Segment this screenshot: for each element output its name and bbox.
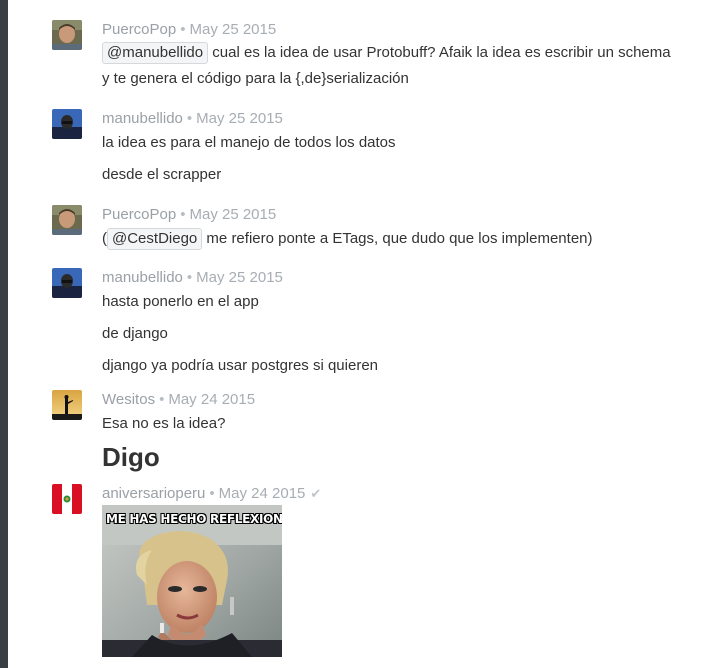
- username[interactable]: PuercoPop: [102, 21, 176, 38]
- meta-separator: •: [186, 269, 193, 286]
- meta-separator: •: [180, 21, 186, 38]
- meta-separator: •: [159, 391, 165, 408]
- username[interactable]: Wesitos: [102, 391, 155, 408]
- username[interactable]: manubellido: [102, 110, 183, 127]
- message-text: me refiero ponte a ETags, que dudo que l…: [202, 230, 593, 247]
- message-meta: manubellido • May 25 2015: [102, 110, 283, 128]
- message-text: de django: [102, 325, 168, 342]
- message-meta: PuercoPop • May 25 2015: [102, 21, 276, 39]
- chat-page: PuercoPop • May 25 2015 @manubellido cual …: [0, 0, 701, 668]
- timestamp[interactable]: May 25 2015: [196, 269, 283, 286]
- avatar-wesitos[interactable]: [52, 390, 82, 420]
- message-line: y te genera el código para la {,de}seria…: [102, 69, 409, 88]
- message-line: de django: [102, 324, 168, 343]
- timestamp[interactable]: May 25 2015: [196, 110, 283, 127]
- message-text: hasta ponerlo en el app: [102, 293, 259, 310]
- message-meta: Wesitos • May 24 2015: [102, 391, 255, 409]
- meme-caption: ME HAS HECHO REFLEXIONAR: [106, 512, 282, 526]
- message-line: hasta ponerlo en el app: [102, 292, 259, 311]
- avatar-puercopop[interactable]: [52, 20, 82, 50]
- avatar-manubellido[interactable]: [52, 268, 82, 298]
- username[interactable]: PuercoPop: [102, 206, 176, 223]
- chat-message-list: PuercoPop • May 25 2015 @manubellido cual …: [0, 0, 701, 668]
- message-line: desde el scrapper: [102, 165, 221, 184]
- avatar-puercopop[interactable]: [52, 205, 82, 235]
- message-line: (@CestDiego me refiero ponte a ETags, qu…: [102, 228, 593, 250]
- message-text: la idea es para el manejo de todos los d…: [102, 134, 396, 151]
- message-line: django ya podría usar postgres si quiere…: [102, 356, 378, 375]
- timestamp[interactable]: May 24 2015: [219, 485, 306, 502]
- user-mention[interactable]: @CestDiego: [107, 228, 203, 250]
- user-mention[interactable]: @manubellido: [102, 42, 209, 64]
- message-line: Esa no es la idea?: [102, 414, 225, 433]
- message-text: Esa no es la idea?: [102, 415, 226, 432]
- message-meta: PuercoPop • May 25 2015: [102, 206, 276, 224]
- checkmark-icon: ✔: [310, 486, 322, 501]
- timestamp[interactable]: May 25 2015: [189, 206, 276, 223]
- meta-separator: •: [209, 485, 215, 502]
- message-text: cual es la idea de usar Protobuff? Afaik…: [208, 44, 671, 61]
- username[interactable]: manubellido: [102, 269, 183, 286]
- meme-image[interactable]: ME HAS HECHO REFLEXIONAR: [102, 505, 282, 657]
- avatar-manubellido[interactable]: [52, 109, 82, 139]
- message-heading: Digo: [102, 442, 160, 472]
- username[interactable]: aniversarioperu: [102, 485, 205, 502]
- message-meta: aniversarioperu • May 24 2015 ✔: [102, 485, 321, 503]
- meta-separator: •: [180, 206, 186, 223]
- message-meta: manubellido • May 25 2015: [102, 269, 283, 287]
- message-line: la idea es para el manejo de todos los d…: [102, 133, 396, 152]
- avatar-aniversarioperu[interactable]: [52, 484, 82, 514]
- timestamp[interactable]: May 24 2015: [168, 391, 255, 408]
- message-text: desde el scrapper: [102, 166, 222, 183]
- meta-separator: •: [186, 110, 193, 127]
- message-line: @manubellido cual es la idea de usar Pro…: [102, 42, 671, 64]
- message-text: django ya podría usar postgres si quiere…: [102, 357, 379, 374]
- timestamp[interactable]: May 25 2015: [189, 21, 276, 38]
- message-text: y te genera el código para la {,de}seria…: [102, 70, 409, 87]
